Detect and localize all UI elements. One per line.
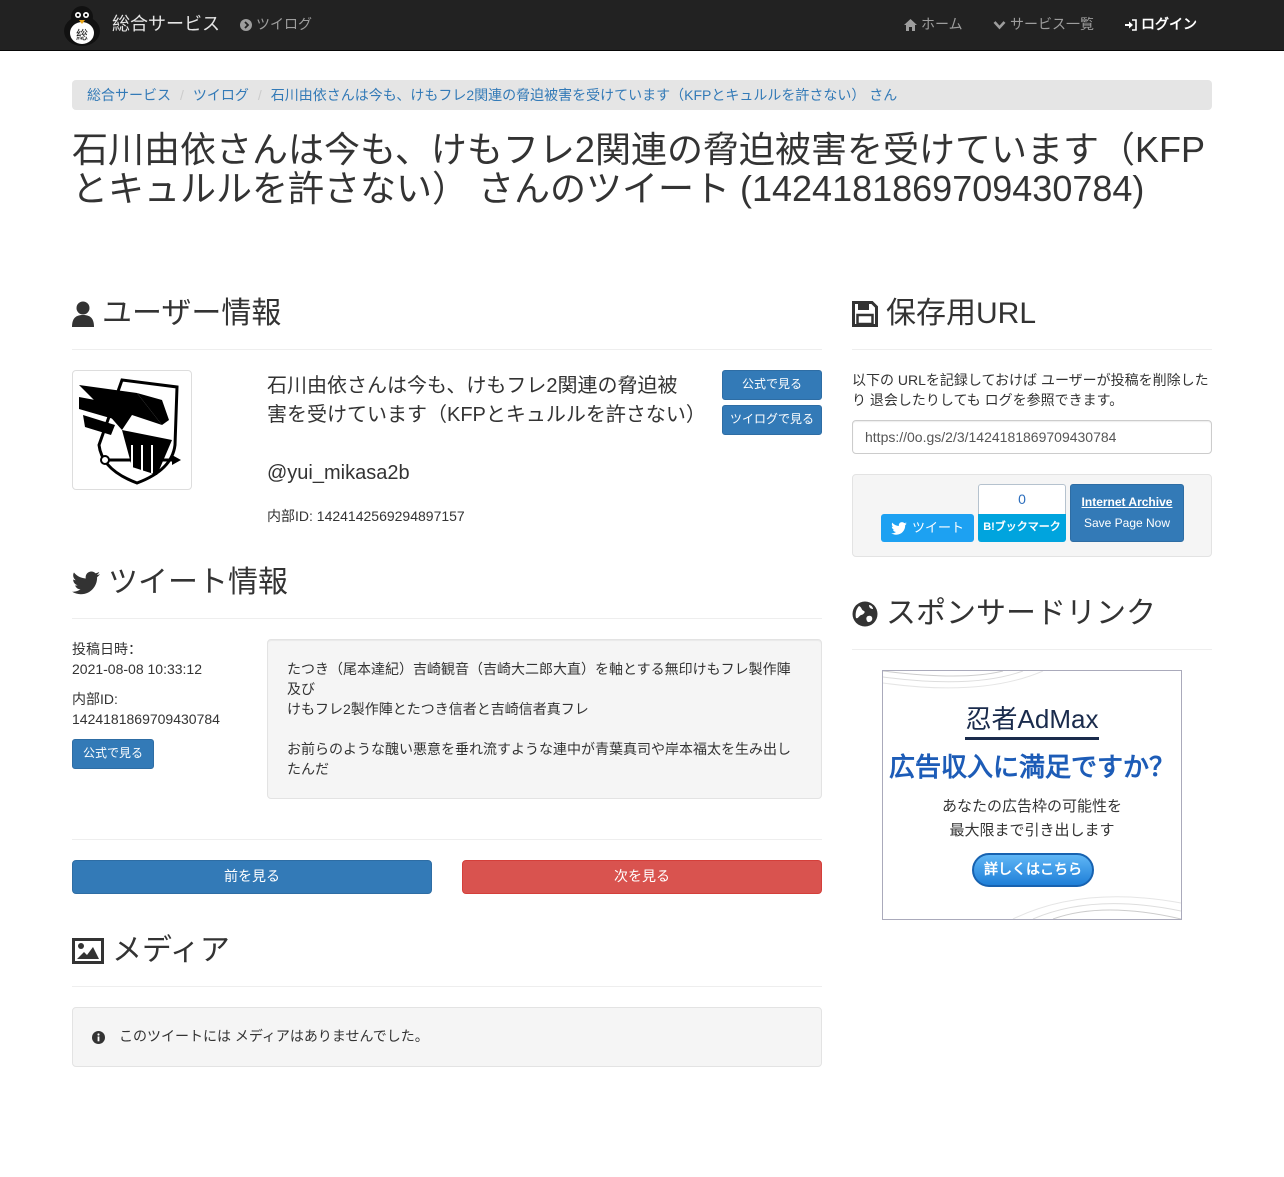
tweet-text-line: たつき（尾本達紀）吉崎観音（吉崎大二郎大直）を軸とする無印けもフレ製作陣及び — [287, 661, 791, 697]
hatena-bookmark-count: 0 — [978, 484, 1066, 515]
ad-logo-underline — [965, 737, 1099, 740]
tweet-id-value: 1424181869709430784 — [72, 711, 220, 727]
breadcrumb-item-tweet-log[interactable]: ツイログ — [193, 87, 249, 103]
ad-subtext-line: あなたの広告枠の可能性を — [941, 798, 1122, 815]
breadcrumb: 総合サービス / ツイログ / 石川由依さんは今も、けもフレ2関連の脅迫被害を受けていま… — [72, 80, 1212, 110]
nav-home[interactable]: ホーム — [904, 15, 963, 35]
divider — [72, 349, 822, 350]
internet-archive-button[interactable]: Internet Archive Save Page Now — [1070, 484, 1184, 542]
nav-services-dropdown[interactable]: サービス一覧 — [993, 15, 1094, 35]
divider — [72, 618, 822, 619]
internet-archive-subtitle: Save Page Now — [1083, 516, 1171, 530]
internet-archive-title: Internet Archive — [1081, 495, 1173, 509]
posted-at-value: 2021-08-08 10:33:12 — [72, 661, 202, 677]
view-official-profile-button[interactable]: 公式で見る — [722, 370, 822, 400]
ad-details-button[interactable]: 詳しくはこちら — [972, 853, 1094, 887]
home-icon — [904, 18, 917, 31]
tweet-share-label: ツイート — [911, 519, 964, 535]
tweet-text-line: お前らのような醜い悪意を垂れ流すような連中が青葉真司や岸本福太を生み出したんだ — [287, 741, 791, 777]
nav-tweet-log-label: ツイログ — [256, 16, 312, 32]
sign-in-icon — [1125, 19, 1137, 31]
posted-at-label: 投稿日時： — [72, 641, 142, 657]
view-official-tweet-button[interactable]: 公式で見る — [72, 739, 154, 769]
twitter-bird-icon — [891, 521, 907, 535]
breadcrumb-item-home[interactable]: 総合サービス — [87, 87, 171, 103]
page-title: 石川由依さんは今も、けもフレ2関連の脅迫被害を受けています（KFPとキュルルを許… — [72, 129, 1205, 209]
penguin-logo-icon: 総 — [64, 6, 100, 46]
media-heading-text: メディア — [112, 934, 230, 967]
brand-name: 総合サービス — [112, 14, 220, 35]
nav-login-label: ログイン — [1141, 16, 1197, 32]
breadcrumb-separator: / — [257, 87, 262, 103]
ad-headline: 広告収入に満足ですか？ — [888, 752, 1175, 782]
next-tweet-button[interactable]: 次を見る — [462, 860, 822, 894]
no-media-message: このツイートには メディアはありませんでした。 — [119, 1028, 429, 1044]
media-heading: メディア — [72, 934, 230, 967]
tweet-text-well: たつき（尾本達紀）吉崎観音（吉崎大二郎大直）を軸とする無印けもフレ製作陣及び け… — [267, 639, 822, 799]
chevron-down-icon — [993, 21, 1006, 30]
view-tweetlog-button[interactable]: ツイログで見る — [722, 405, 822, 435]
svg-text:総: 総 — [76, 28, 88, 42]
user-internal-id: 内部ID: 1424142569294897157 — [267, 508, 465, 524]
no-media-alert: このツイートには メディアはありませんでした。 — [72, 1007, 822, 1067]
tweet-info-heading: ツイート情報 — [72, 566, 288, 599]
tweet-id-label: 内部ID: — [72, 691, 118, 707]
nav-services-label: サービス一覧 — [1010, 16, 1094, 32]
ad-subtext: あなたの広告枠の可能性を 最大限まで引き出します — [883, 795, 1181, 843]
sponsor-heading: スポンサードリンク — [852, 597, 1156, 630]
tweet-info-heading-text: ツイート情報 — [108, 566, 288, 599]
user-display-name: 石川由依さんは今も、けもフレ2関連の脅迫被害を受けています（KFPとキュルルを許… — [267, 375, 706, 426]
save-url-field[interactable] — [852, 420, 1212, 454]
ad-subtext-line: 最大限まで引き出します — [949, 822, 1115, 839]
divider — [852, 349, 1212, 350]
divider — [72, 986, 822, 987]
top-navbar: 総 総合サービス ツイログ ホーム サービス一覧 ログイン — [0, 0, 1284, 51]
save-url-heading: 保存用URL — [852, 297, 1036, 330]
breadcrumb-separator: / — [180, 87, 184, 103]
nav-home-label: ホーム — [921, 16, 963, 32]
save-url-heading-text: 保存用URL — [886, 297, 1037, 330]
tweet-text-line: けもフレ2製作陣とたつき信者と吉崎信者真フレ — [287, 701, 589, 717]
user-info-heading-text: ユーザー情報 — [102, 297, 282, 330]
ad-logo: 忍者AdMax — [965, 704, 1099, 734]
ad-banner[interactable]: 忍者AdMax 広告収入に満足ですか？ あなたの広告枠の可能性を 最大限まで引き… — [882, 670, 1182, 920]
breadcrumb-item-user[interactable]: 石川由依さんは今も、けもフレ2関連の脅迫被害を受けています（KFPとキュルルを許… — [271, 87, 897, 103]
twitter-bird-icon — [72, 570, 100, 594]
globe-icon — [852, 601, 878, 626]
nav-tweet-log[interactable]: ツイログ — [240, 15, 312, 35]
save-url-description: 以下の URLを記録しておけば ユーザーが投稿を削除したり 退会したりしても ロ… — [852, 372, 1209, 408]
chevron-circle-icon — [240, 18, 252, 31]
brand-link[interactable]: 総 総合サービス — [60, 2, 220, 48]
hatena-bookmark-button[interactable]: B!ブックマーク — [978, 514, 1066, 542]
user-icon — [72, 301, 94, 327]
prev-tweet-button[interactable]: 前を見る — [72, 860, 432, 894]
user-handle: @yui_mikasa2b — [267, 462, 410, 484]
divider — [852, 649, 1212, 650]
info-circle-icon — [92, 1030, 105, 1044]
floppy-disk-icon — [852, 300, 878, 327]
picture-icon — [72, 937, 104, 964]
avatar — [72, 370, 192, 490]
user-info-heading: ユーザー情報 — [72, 297, 281, 330]
nav-login[interactable]: ログイン — [1124, 15, 1197, 35]
tweet-share-button[interactable]: ツイート — [881, 514, 974, 542]
eagle-shield-emblem — [79, 378, 181, 485]
sponsor-heading-text: スポンサードリンク — [886, 597, 1156, 630]
divider — [72, 839, 822, 840]
tweet-text-blank-line — [287, 719, 802, 739]
